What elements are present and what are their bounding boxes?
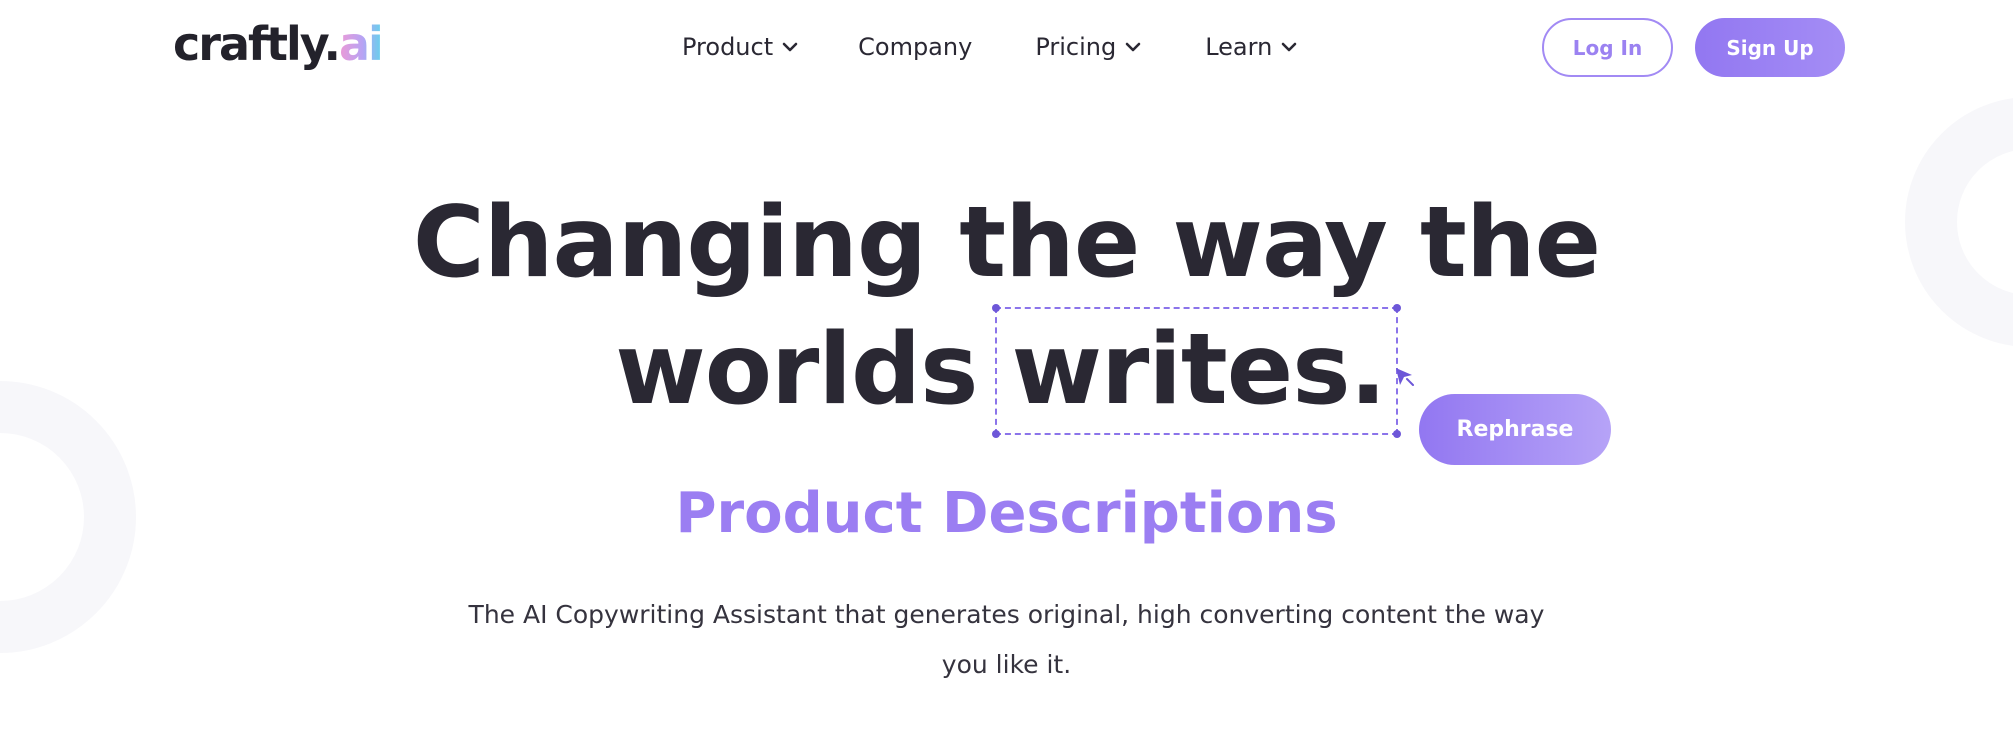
nav-item-pricing[interactable]: Pricing bbox=[1035, 33, 1142, 61]
nav-item-company[interactable]: Company bbox=[858, 33, 972, 61]
rephrase-button[interactable]: Rephrase bbox=[1419, 394, 1611, 465]
logo[interactable]: craftly.ai bbox=[173, 14, 384, 74]
resize-handle[interactable] bbox=[1392, 304, 1401, 312]
chevron-down-icon bbox=[1280, 38, 1298, 56]
hero-title-line-1: Changing the way the bbox=[412, 186, 1601, 300]
hero-title-word: worlds bbox=[615, 313, 978, 427]
nav-item-learn[interactable]: Learn bbox=[1205, 33, 1298, 61]
logo-text: craftly. bbox=[173, 17, 341, 71]
resize-handle[interactable] bbox=[992, 304, 1001, 312]
nav-item-label: Pricing bbox=[1035, 33, 1117, 61]
nav-item-product[interactable]: Product bbox=[682, 33, 799, 61]
hero-subheading: Product Descriptions bbox=[675, 481, 1338, 546]
hero-description: The AI Copywriting Assistant that genera… bbox=[468, 600, 1545, 679]
chevron-down-icon bbox=[1124, 38, 1142, 56]
cursor-arrow-icon bbox=[1393, 366, 1421, 392]
landing-page: craftly.ai Product Company Pricing Learn… bbox=[0, 0, 2013, 729]
nav-item-label: Company bbox=[858, 33, 973, 61]
signup-button[interactable]: Sign Up bbox=[1695, 18, 1845, 77]
resize-handle[interactable] bbox=[992, 430, 1001, 438]
chevron-down-icon bbox=[781, 38, 799, 56]
resize-handle[interactable] bbox=[1392, 430, 1401, 438]
nav-item-label: Learn bbox=[1205, 33, 1273, 61]
logo-accent: ai bbox=[339, 17, 384, 71]
selection-box[interactable]: writes. bbox=[992, 304, 1401, 438]
nav-item-label: Product bbox=[682, 33, 774, 61]
login-button[interactable]: Log In bbox=[1542, 18, 1673, 77]
hero-title-line-2: worlds writes. bbox=[0, 304, 2013, 438]
main-nav: Product Company Pricing Learn bbox=[682, 26, 1298, 68]
highlighted-word: writes. bbox=[1011, 313, 1386, 427]
